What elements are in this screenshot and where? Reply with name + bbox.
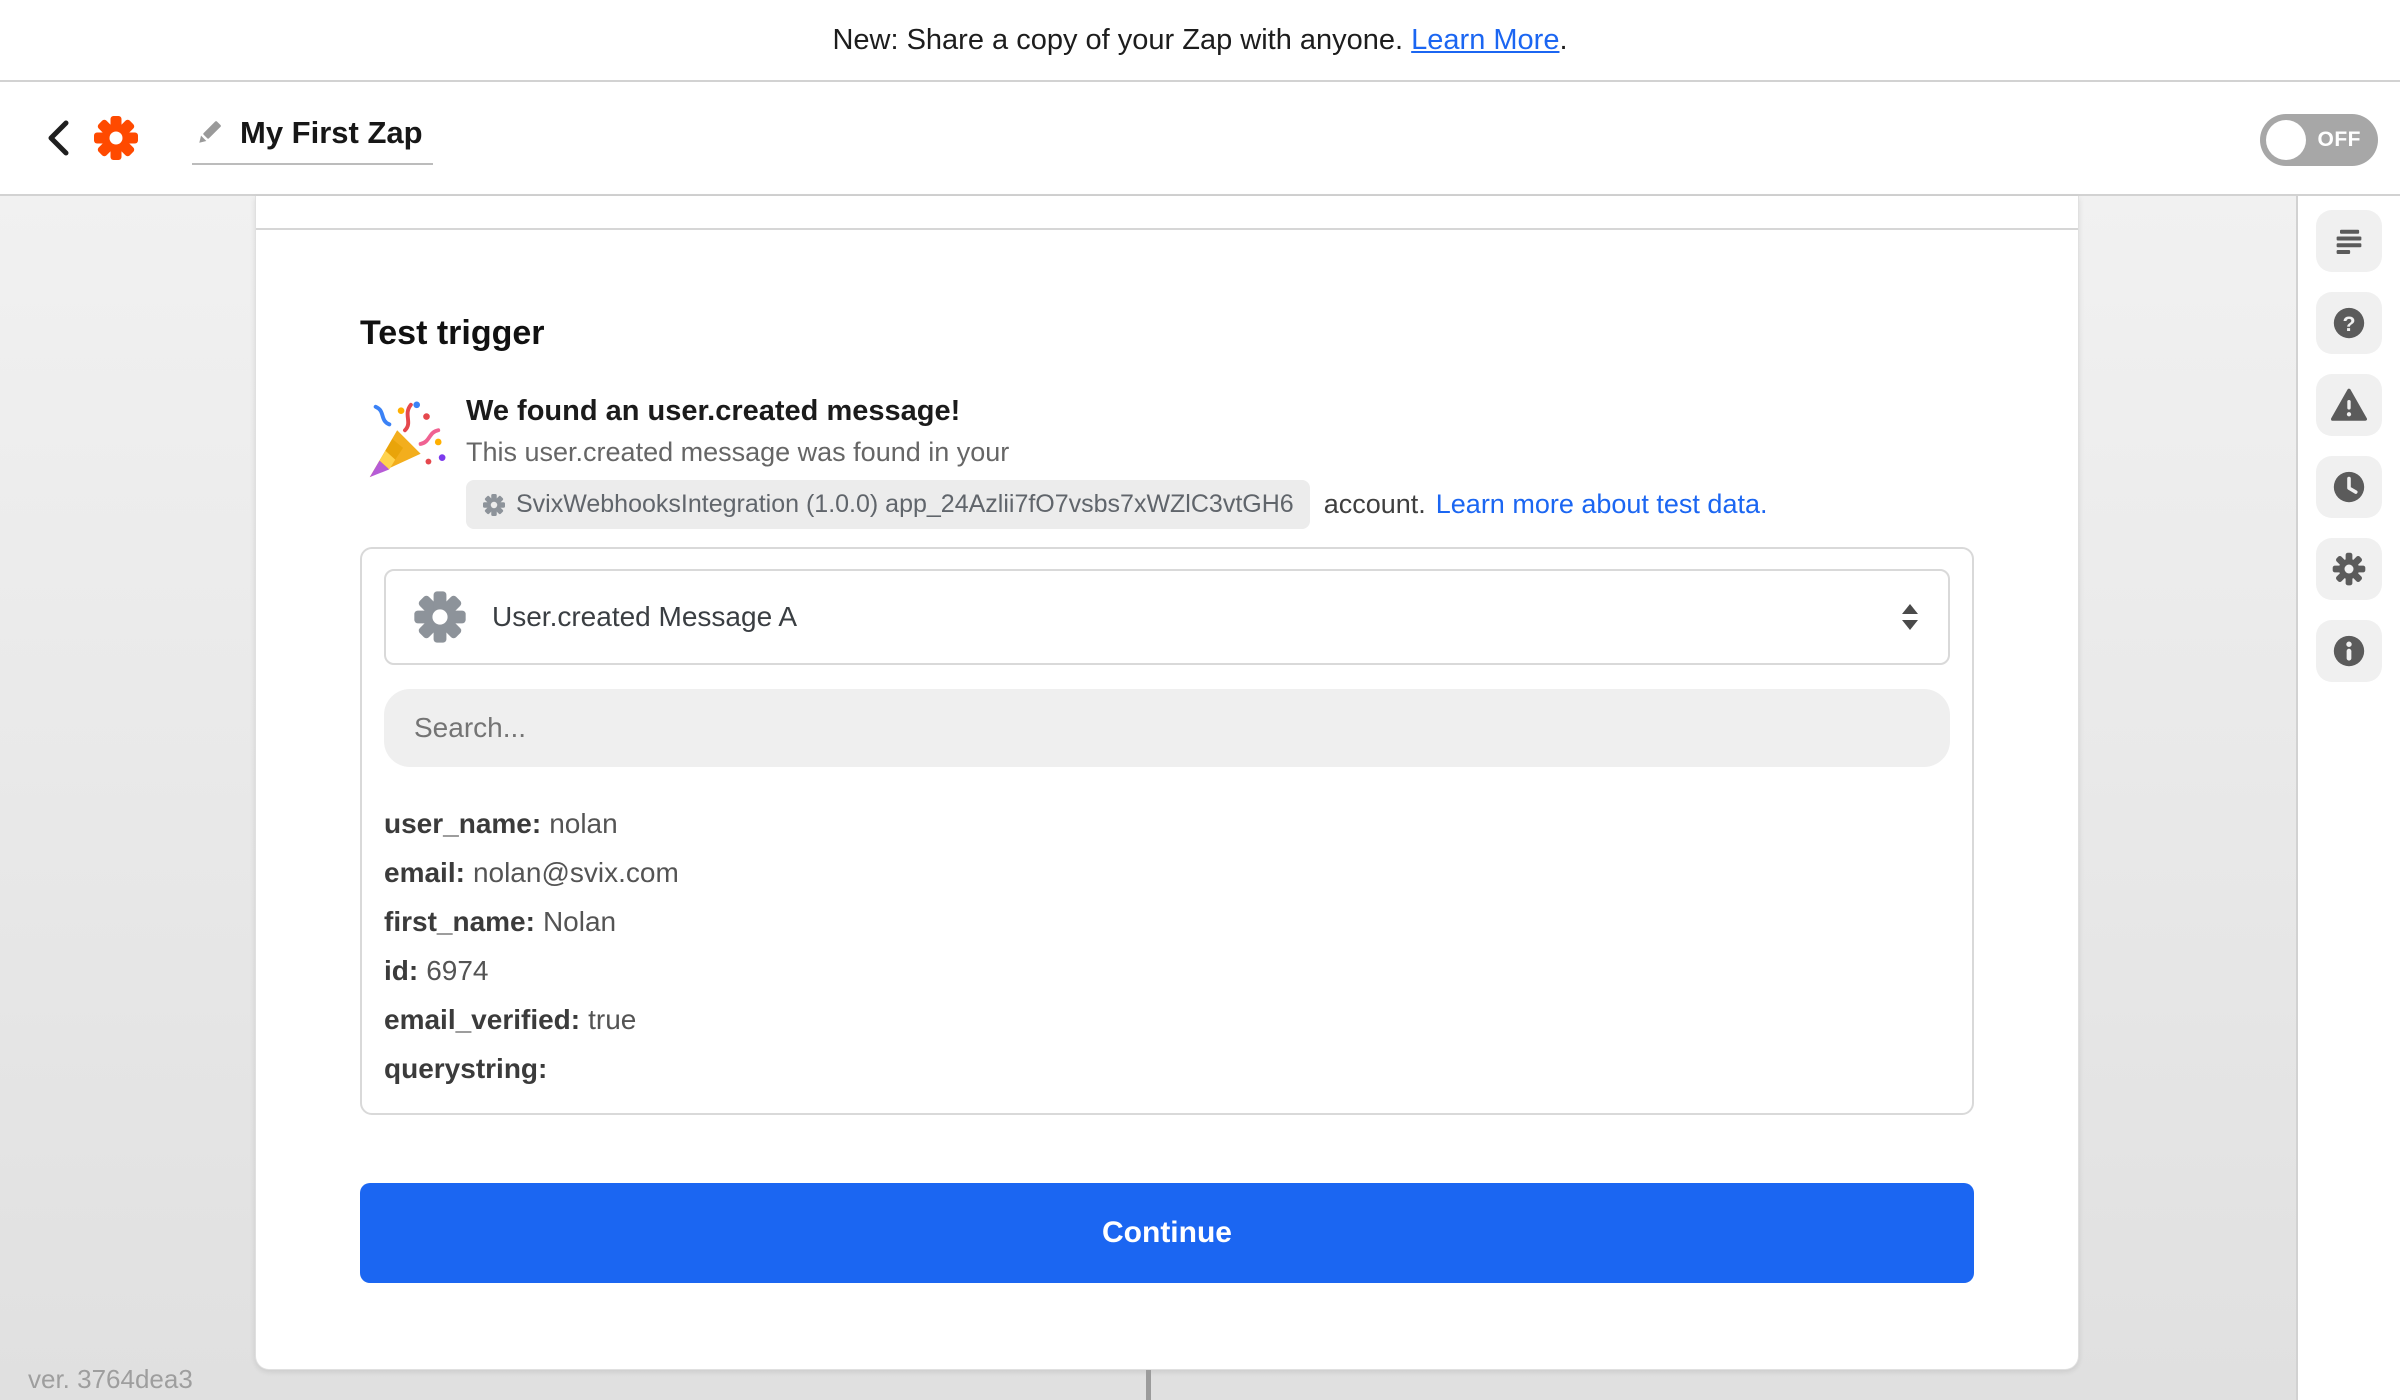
- test-result-line: This user.created message was found in y…: [466, 437, 1767, 468]
- test-trigger-heading: Test trigger: [360, 314, 1974, 353]
- zap-on-off-toggle[interactable]: OFF: [2260, 114, 2378, 166]
- zapier-logo-icon: [92, 114, 140, 162]
- toggle-state-label: OFF: [2318, 128, 2362, 152]
- sample-record-box: User.created Message A user_name:nolan e…: [360, 547, 1974, 1115]
- account-row: SvixWebhooksIntegration (1.0.0) app_24Az…: [466, 480, 1767, 529]
- toggle-knob: [2266, 120, 2306, 160]
- field-row: id:6974: [384, 946, 1950, 995]
- pencil-icon: [194, 118, 224, 148]
- asterisk-icon: [412, 589, 468, 645]
- field-row: email_verified:true: [384, 995, 1950, 1044]
- test-result-row: We found an user.created message! This u…: [360, 393, 1974, 529]
- select-arrows-icon: [1902, 604, 1918, 630]
- chevron-left-icon: [45, 118, 71, 158]
- test-result-title: We found an user.created message!: [466, 395, 1767, 428]
- zap-title-editor[interactable]: My First Zap: [192, 111, 433, 165]
- learn-more-test-data-link[interactable]: Learn more about test data.: [1436, 489, 1768, 520]
- history-clock-icon: [2331, 469, 2367, 505]
- field-row: querystring:: [384, 1044, 1950, 1093]
- section-divider: [256, 196, 2078, 230]
- notes-icon: [2331, 223, 2367, 259]
- account-chip-label: SvixWebhooksIntegration (1.0.0) app_24Az…: [516, 490, 1294, 519]
- search-input[interactable]: [384, 689, 1950, 767]
- notes-button[interactable]: [2316, 210, 2382, 272]
- settings-gear-icon: [2331, 551, 2367, 587]
- back-button[interactable]: [38, 114, 78, 162]
- help-button[interactable]: ?: [2316, 292, 2382, 354]
- learn-more-link[interactable]: Learn More: [1411, 24, 1559, 57]
- right-toolbar: ?: [2296, 196, 2400, 1400]
- settings-button[interactable]: [2316, 538, 2382, 600]
- history-button[interactable]: [2316, 456, 2382, 518]
- svg-text:?: ?: [2342, 312, 2355, 336]
- field-row: email:nolan@svix.com: [384, 848, 1950, 897]
- zap-title: My First Zap: [240, 115, 423, 151]
- info-icon: [2331, 633, 2367, 669]
- message-select[interactable]: User.created Message A: [384, 569, 1950, 665]
- field-row: first_name:Nolan: [384, 897, 1950, 946]
- version-label: ver. 3764dea3: [28, 1364, 193, 1395]
- selected-message-label: User.created Message A: [492, 601, 797, 633]
- test-result-texts: We found an user.created message! This u…: [466, 393, 1767, 529]
- account-suffix: account.: [1324, 489, 1426, 520]
- trigger-step-card: Test trigger We found an user.created me…: [255, 196, 2079, 1370]
- help-icon: ?: [2331, 305, 2367, 341]
- step-connector-line: [1146, 1370, 1151, 1400]
- party-popper-icon: [360, 397, 448, 485]
- asterisk-icon: [482, 493, 506, 517]
- promo-banner: New: Share a copy of your Zap with anyon…: [0, 0, 2400, 82]
- continue-button[interactable]: Continue: [360, 1183, 1974, 1283]
- promo-banner-text: New: Share a copy of your Zap with anyon…: [832, 24, 1403, 57]
- field-row: user_name:nolan: [384, 799, 1950, 848]
- zap-editor: New: Share a copy of your Zap with anyon…: [0, 0, 2400, 1400]
- account-chip: SvixWebhooksIntegration (1.0.0) app_24Az…: [466, 480, 1310, 529]
- promo-banner-period: .: [1559, 24, 1567, 57]
- sample-fields-list: user_name:nolan email:nolan@svix.com fir…: [384, 799, 1950, 1093]
- warning-icon: [2331, 387, 2367, 423]
- warning-button[interactable]: [2316, 374, 2382, 436]
- info-button[interactable]: [2316, 620, 2382, 682]
- editor-header: My First Zap OFF: [0, 82, 2400, 196]
